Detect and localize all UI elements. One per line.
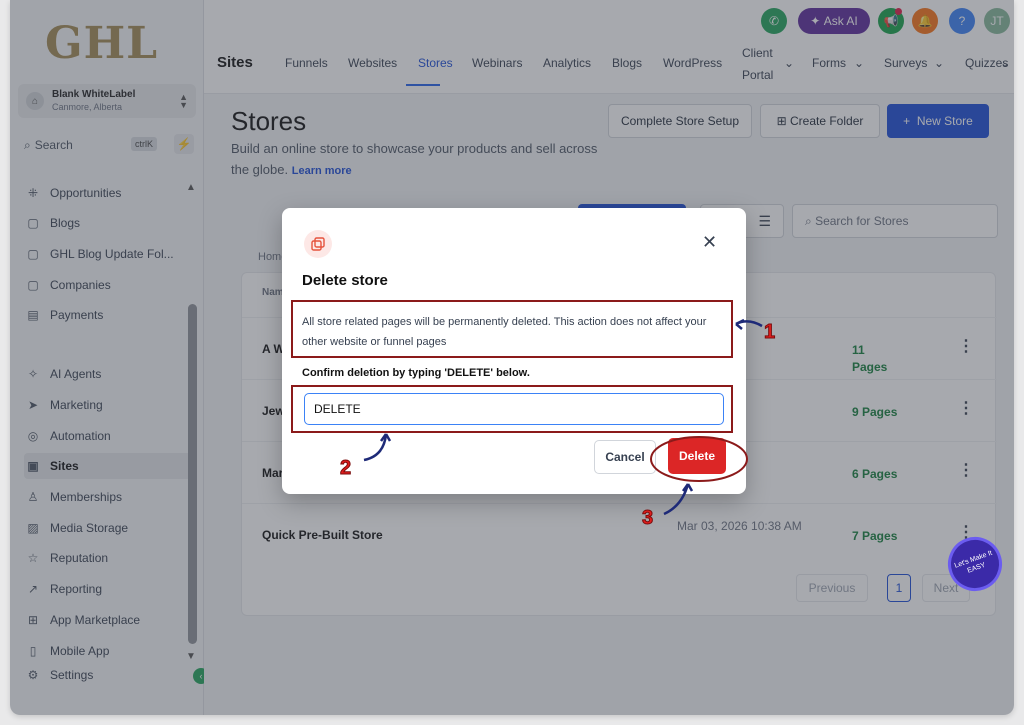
delete-store-dialog: ✕ Delete store All store related pages w… bbox=[282, 208, 746, 494]
dialog-title: Delete store bbox=[302, 272, 388, 289]
delete-button[interactable]: Delete bbox=[668, 438, 726, 474]
store-icon bbox=[304, 230, 332, 258]
cancel-button[interactable]: Cancel bbox=[594, 440, 656, 474]
close-icon[interactable]: ✕ bbox=[702, 232, 717, 253]
confirm-delete-input[interactable] bbox=[304, 393, 724, 425]
confirm-label: Confirm deletion by typing 'DELETE' belo… bbox=[302, 367, 530, 379]
dialog-message: All store related pages will be permanen… bbox=[302, 316, 707, 348]
